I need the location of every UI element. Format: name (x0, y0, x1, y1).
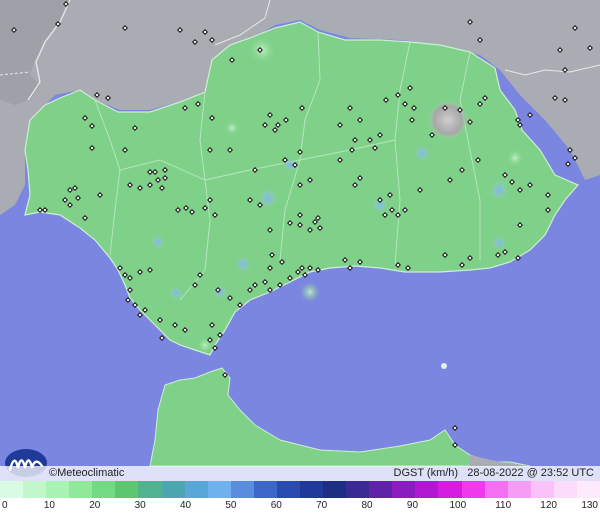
color-scale-segment (461, 481, 485, 498)
color-scale-bar (0, 481, 600, 498)
color-scale-tick-label: 20 (89, 500, 101, 511)
datetime-label: 28-08-2022 @ 23:52 UTC (467, 467, 594, 479)
color-scale-segment (392, 481, 416, 498)
color-scale-segment (92, 481, 116, 498)
color-scale-segment (115, 481, 139, 498)
color-scale-segment (300, 481, 324, 498)
copyright-label: ©Meteoclimatic (49, 467, 125, 479)
color-scale-segment (346, 481, 370, 498)
color-scale-segment (253, 481, 277, 498)
islet (441, 363, 447, 369)
color-scale-segment (207, 481, 231, 498)
color-scale-segment (46, 481, 70, 498)
color-scale-tick-label: 110 (495, 500, 512, 511)
color-scale-segment (438, 481, 462, 498)
color-scale-segment (553, 481, 577, 498)
color-scale-tick-label: 30 (134, 500, 146, 511)
color-scale-segment (484, 481, 508, 498)
color-scale-segment (0, 481, 24, 498)
color-scale-tick-label: 130 (581, 500, 598, 511)
timestamp-label: DGST (km/h) 28-08-2022 @ 23:52 UTC (394, 466, 595, 481)
color-scale-segment (530, 481, 554, 498)
color-scale-tick-label: 80 (361, 500, 373, 511)
info-bar: ©Meteoclimatic DGST (km/h) 28-08-2022 @ … (0, 466, 600, 481)
variable-label: DGST (km/h) (393, 467, 459, 479)
color-scale-tick-label: 60 (270, 500, 282, 511)
color-scale-segment (323, 481, 347, 498)
color-scale-tick-label: 70 (316, 500, 328, 511)
color-scale-tick-label: 50 (225, 500, 237, 511)
color-scale-segment (507, 481, 531, 498)
color-scale-tick-label: 100 (449, 500, 467, 511)
color-scale-tick-label: 10 (43, 500, 55, 511)
color-scale-segment (184, 481, 208, 498)
color-scale-segment (23, 481, 47, 498)
color-scale-segment (276, 481, 301, 498)
color-scale-segment (576, 481, 600, 498)
color-scale-tick-label: 90 (406, 500, 419, 511)
color-scale-segment (69, 481, 93, 498)
color-scale-tick-label: 40 (179, 500, 192, 511)
color-scale-ticks: 0 10 20 30 40 50 60 70 80 90 100 110 120 130 (0, 498, 600, 517)
wind-gust-map[interactable] (0, 0, 600, 517)
map-view[interactable]: ©Meteoclimatic DGST (km/h) 28-08-2022 @ … (0, 0, 600, 517)
color-scale-segment (138, 481, 162, 498)
color-scale-tick-label: 0 (2, 500, 8, 511)
color-scale-segment (161, 481, 185, 498)
color-scale-segment (230, 481, 254, 498)
color-scale-tick-label: 120 (540, 500, 557, 511)
color-scale-segment (369, 481, 393, 498)
color-scale-segment (415, 481, 439, 498)
